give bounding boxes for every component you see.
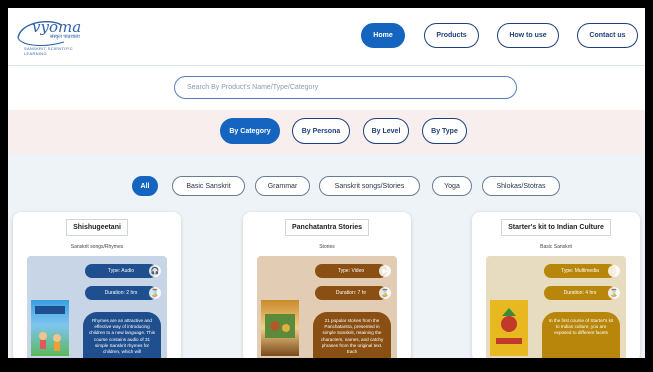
card-type-pill: Type: Video ▶ [315,264,391,278]
tab-by-type[interactable]: By Type [422,118,467,144]
card-cover: Type: Video ▶ Duration: 7 hr ⌛ 21 popula… [257,256,397,358]
filter-shlokas-stotras[interactable]: Shlokas/Stotras [482,176,560,196]
card-description: 21 popular stories from the Panchatantra… [313,312,391,358]
hourglass-icon: ⌛ [379,287,391,299]
card-description: Rhymes are an attractive and effective w… [83,312,161,358]
product-card-panchatantra[interactable]: Panchatantra Stories Stories Type: Video… [243,212,411,358]
product-card-shishugeetani[interactable]: Shishugeetani Sanskrit songs/Rhymes Type… [13,212,181,358]
brand-tagline: SANSKRIT SCIENTIFIC LEARNING [24,46,73,56]
card-title: Panchatantra Stories [284,219,370,236]
card-title: Shishugeetani [66,219,128,236]
card-type-pill: Type: Audio 🎧 [85,264,161,278]
hourglass-icon: ⌛ [149,287,161,299]
filter-grammar[interactable]: Grammar [255,176,310,196]
category-tab-bar: By Category By Persona By Level By Type [8,110,645,154]
search-section: Search By Product's Name/Type/Category [8,66,645,110]
book-cover-image [261,300,299,356]
page: vyoma संस्कृत पाठशाला SANSKRIT SCIENTIFI… [8,8,645,358]
tab-by-category[interactable]: By Category [220,118,280,144]
children-illustration-icon [35,306,65,351]
card-category: Basic Sanskrit [540,244,572,250]
card-description: In the first course of Starter's kit to … [542,312,620,358]
nav-contact-us[interactable]: Contact us [577,23,638,48]
card-duration-pill: Duration: 7 hr ⌛ [315,286,391,300]
hourglass-icon: ⌛ [608,287,620,299]
card-category: Sanskrit songs/Rhymes [70,244,124,250]
vyoma-logo[interactable]: vyoma संस्कृत पाठशाला SANSKRIT SCIENTIFI… [14,16,84,56]
search-input[interactable]: Search By Product's Name/Type/Category [174,76,517,99]
card-duration-pill: Duration: 4 hrs ⌛ [544,286,620,300]
book-cover-image [31,300,69,356]
nav-home[interactable]: Home [361,23,405,48]
brand-subtitle: संस्कृत पाठशाला [50,34,80,40]
filter-sanskrit-songs-stories[interactable]: Sanskrit songs/Stories [319,176,420,196]
card-cover: Type: Multimedia ♪ Duration: 4 hrs ⌛ In … [486,256,626,358]
headphones-icon: 🎧 [149,265,161,277]
kalash-icon [496,308,522,344]
card-duration-pill: Duration: 2 hrs ⌛ [85,286,161,300]
product-card-indian-culture[interactable]: Starter's kit to Indian Culture Basic Sa… [472,212,640,358]
card-cover: Type: Audio 🎧 Duration: 2 hrs ⌛ Rhymes a… [27,256,167,358]
card-category: Stories [319,244,335,250]
filter-yoga[interactable]: Yoga [432,176,472,196]
site-header: vyoma संस्कृत पाठशाला SANSKRIT SCIENTIFI… [8,8,645,66]
card-type-pill: Type: Multimedia ♪ [544,264,620,278]
video-icon: ▶ [379,265,391,277]
multimedia-icon: ♪ [608,265,620,277]
tab-by-persona[interactable]: By Persona [292,118,350,144]
card-title: Starter's kit to Indian Culture [501,219,611,236]
filter-basic-sanskrit[interactable]: Basic Sanskrit [172,176,245,196]
nav-products[interactable]: Products [424,23,479,48]
tab-by-level[interactable]: By Level [363,118,409,144]
book-cover-image [490,300,528,356]
story-illustration-icon [265,314,295,338]
filter-all[interactable]: All [132,176,158,196]
nav-how-to-use[interactable]: How to use [497,23,559,48]
